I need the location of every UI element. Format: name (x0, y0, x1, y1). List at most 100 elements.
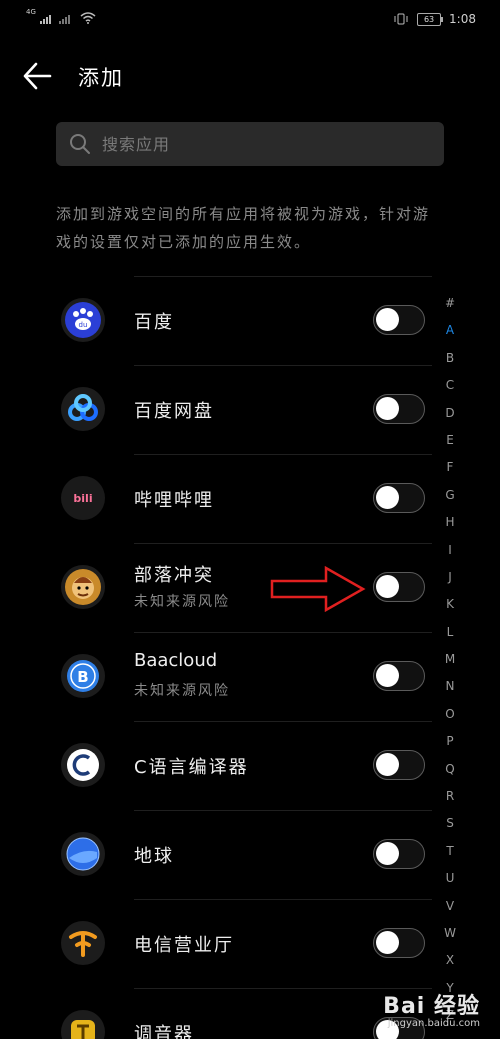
toggle-knob (376, 931, 399, 954)
index-letter[interactable]: N (440, 679, 460, 706)
index-letter[interactable]: U (440, 871, 460, 898)
toggle-knob (376, 575, 399, 598)
watermark-sub: jingyan.baidu.com (387, 1018, 480, 1029)
toggle-knob (376, 397, 399, 420)
index-letter[interactable]: Q (440, 762, 460, 789)
app-toggle-switch[interactable] (373, 483, 425, 513)
app-warning-subtitle: 未知来源风险 (134, 594, 230, 610)
signal-no-sim-icon (58, 15, 70, 24)
index-letter[interactable]: H (440, 515, 460, 542)
status-left: 4G (26, 8, 96, 24)
app-toggle-switch[interactable] (373, 572, 425, 602)
app-list: du 百度 百度网盘 bili 哔哩哔哩 部落冲突 未知来源风险 B Baacl… (0, 276, 500, 1039)
app-row-baacloud: B Baacloud 未知来源风险 (0, 632, 500, 721)
earth-icon (61, 832, 105, 876)
app-toggle-switch[interactable] (373, 928, 425, 958)
index-letter[interactable]: V (440, 899, 460, 926)
index-letter[interactable]: T (440, 844, 460, 871)
annotation-arrow-icon (270, 566, 366, 612)
app-toggle-switch[interactable] (373, 750, 425, 780)
index-letter[interactable]: L (440, 625, 460, 652)
c-compiler-icon (61, 743, 105, 787)
app-row-baidu-netdisk: 百度网盘 (0, 365, 500, 454)
app-name: 百度 (134, 312, 174, 333)
app-name: 电信营业厅 (134, 935, 234, 956)
index-letter[interactable]: E (440, 433, 460, 460)
app-name: 哔哩哔哩 (134, 490, 214, 511)
app-toggle-switch[interactable] (373, 839, 425, 869)
svg-text:bili: bili (73, 492, 92, 505)
app-toggle-switch[interactable] (373, 661, 425, 691)
app-name: Baacloud (134, 650, 218, 671)
search-input[interactable] (100, 133, 424, 155)
toggle-knob (376, 308, 399, 331)
toggle-knob (376, 842, 399, 865)
app-row-telecom: 电信营业厅 (0, 899, 500, 988)
index-letter[interactable]: M (440, 652, 460, 679)
toggle-knob (376, 664, 399, 687)
index-letter[interactable]: R (440, 789, 460, 816)
index-letter[interactable]: W (440, 926, 460, 953)
index-letter[interactable]: A (440, 323, 460, 350)
status-bar: 4G 63 1:08 (0, 0, 500, 42)
search-icon (70, 134, 90, 154)
watermark: Bai 经验 jingyan.baidu.com (383, 988, 480, 1029)
tuner-icon (61, 1010, 105, 1039)
app-name: C语言编译器 (134, 757, 249, 778)
telecom-icon (61, 921, 105, 965)
signal-icon (39, 15, 51, 24)
index-letter[interactable]: P (440, 734, 460, 761)
divider (134, 899, 432, 900)
index-letter[interactable]: S (440, 816, 460, 843)
app-row-earth: 地球 (0, 810, 500, 899)
bilibili-icon: bili (61, 476, 105, 520)
index-letter[interactable]: G (440, 488, 460, 515)
divider (134, 721, 432, 722)
index-letter[interactable]: O (440, 707, 460, 734)
app-row-clash-of-clans: 部落冲突 未知来源风险 (0, 543, 500, 632)
vibrate-icon (394, 13, 408, 25)
index-letter[interactable]: F (440, 460, 460, 487)
toggle-knob (376, 486, 399, 509)
battery-icon: 63 (417, 12, 444, 26)
baidu-icon: du (61, 298, 105, 342)
app-name: 地球 (134, 846, 174, 867)
app-name: 调音器 (134, 1024, 194, 1039)
svg-text:B: B (77, 668, 88, 686)
back-button[interactable] (22, 62, 58, 94)
description-text: 添加到游戏空间的所有应用将被视为游戏，针对游戏的设置仅对已添加的应用生效。 (56, 205, 431, 251)
index-letter[interactable]: B (440, 351, 460, 378)
search-box[interactable] (56, 122, 444, 166)
app-toggle-switch[interactable] (373, 305, 425, 335)
clock: 1:08 (449, 12, 476, 26)
page-title: 添加 (78, 66, 124, 90)
divider (134, 365, 432, 366)
status-right: 63 1:08 (393, 12, 476, 26)
clash-of-clans-icon (61, 565, 105, 609)
divider (134, 276, 432, 277)
app-name: 百度网盘 (134, 401, 214, 422)
toggle-knob (376, 753, 399, 776)
index-letter[interactable]: K (440, 597, 460, 624)
app-toggle-switch[interactable] (373, 394, 425, 424)
arrow-left-icon (23, 62, 52, 90)
divider (134, 810, 432, 811)
divider (134, 454, 432, 455)
app-row-c-compiler: C语言编译器 (0, 721, 500, 810)
app-warning-subtitle: 未知来源风险 (134, 683, 230, 699)
index-letter[interactable]: I (440, 543, 460, 570)
header: 添加 (0, 52, 500, 102)
index-letter[interactable]: J (440, 570, 460, 597)
baidu-netdisk-icon (61, 387, 105, 431)
alphabet-index: # A B C D E F G H I J K L M N O P Q R S T U V W X Y Z (440, 296, 460, 1036)
watermark-main: Bai 经验 (383, 994, 480, 1019)
index-letter[interactable]: # (440, 296, 460, 323)
screen: 4G 63 1:08 添加 搜索应用 添加到游戏空间的所有应用将被视为游戏，针对… (0, 0, 500, 1039)
app-name: 部落冲突 (134, 565, 214, 586)
index-letter[interactable]: C (440, 378, 460, 405)
index-letter[interactable]: D (440, 406, 460, 433)
app-row-bilibili: bili 哔哩哔哩 (0, 454, 500, 543)
battery-level: 63 (423, 14, 435, 24)
index-letter[interactable]: X (440, 953, 460, 980)
divider (134, 543, 432, 544)
